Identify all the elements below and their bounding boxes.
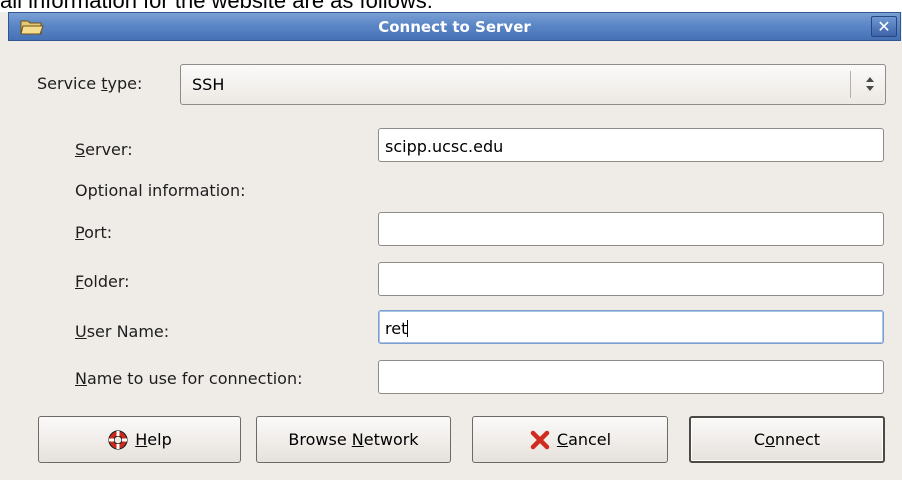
- context-text: all information for the website are as f…: [0, 0, 902, 12]
- optional-information-heading: Optional information:: [75, 181, 246, 200]
- user-name-value: ret: [385, 319, 408, 338]
- connect-mnemonic: o: [765, 430, 775, 449]
- cancel-label-text: ancel: [568, 430, 612, 449]
- help-button[interactable]: Help: [38, 416, 241, 463]
- lifebuoy-icon: [108, 429, 128, 450]
- cancel-label: Cancel: [557, 430, 611, 449]
- port-label-text: ort:: [84, 223, 113, 242]
- connect-to-server-dialog: Connect to Server ✕ Service type: SSH Se…: [0, 12, 902, 480]
- port-field[interactable]: [378, 212, 884, 246]
- close-button[interactable]: ✕: [871, 16, 897, 37]
- service-type-value: SSH: [192, 75, 225, 94]
- server-label-text: erver:: [85, 140, 133, 159]
- connection-name-field[interactable]: [378, 360, 884, 394]
- window-title: Connect to Server: [378, 18, 531, 36]
- connect-label: Connect: [754, 430, 820, 449]
- service-type-select[interactable]: SSH: [180, 64, 886, 105]
- folder-label-text: older:: [83, 272, 130, 291]
- help-mnemonic: H: [135, 430, 148, 449]
- service-type-label-part: Service: [37, 74, 102, 93]
- cancel-mnemonic: C: [556, 430, 569, 449]
- help-label-text: elp: [147, 430, 172, 449]
- user-name-label-mnemonic: U: [75, 322, 87, 341]
- connection-name-label: Name to use for connection:: [75, 369, 302, 388]
- spin-arrows-icon: [866, 77, 874, 91]
- folder-label-mnemonic: F: [75, 272, 84, 291]
- user-name-label-text: ser Name:: [86, 322, 170, 341]
- browse-label-text: etwork: [363, 430, 419, 449]
- port-label-mnemonic: P: [75, 223, 85, 242]
- user-name-label: User Name:: [75, 322, 169, 341]
- user-name-field[interactable]: ret: [378, 310, 884, 344]
- browse-network-button[interactable]: Browse Network: [256, 416, 451, 463]
- connection-name-label-mnemonic: N: [75, 369, 87, 388]
- browse-network-label: Browse Network: [288, 430, 418, 449]
- service-type-label: Service type:: [37, 74, 142, 93]
- cancel-button[interactable]: Cancel: [472, 416, 668, 463]
- server-label-mnemonic: S: [75, 140, 86, 159]
- connect-label-text: C: [753, 430, 766, 449]
- server-field[interactable]: scipp.ucsc.edu: [378, 128, 884, 162]
- red-x-icon: [530, 430, 550, 449]
- service-type-label-part: ype:: [107, 74, 143, 93]
- help-label: Help: [135, 430, 171, 449]
- connect-label-text: nnect: [774, 430, 821, 449]
- select-divider: [850, 71, 851, 98]
- title-bar[interactable]: Connect to Server ✕: [8, 12, 901, 41]
- server-value: scipp.ucsc.edu: [385, 137, 504, 156]
- folder-field[interactable]: [378, 262, 884, 296]
- port-label: Port:: [75, 223, 112, 242]
- browse-mnemonic: N: [351, 430, 364, 449]
- close-icon: ✕: [877, 17, 891, 36]
- connection-name-label-text: ame to use for connection:: [86, 369, 303, 388]
- server-label: Server:: [75, 140, 133, 159]
- browse-label-text: Browse: [288, 430, 352, 449]
- connect-button[interactable]: Connect: [689, 416, 885, 463]
- text-caret: [407, 320, 409, 337]
- folder-label: Folder:: [75, 272, 130, 291]
